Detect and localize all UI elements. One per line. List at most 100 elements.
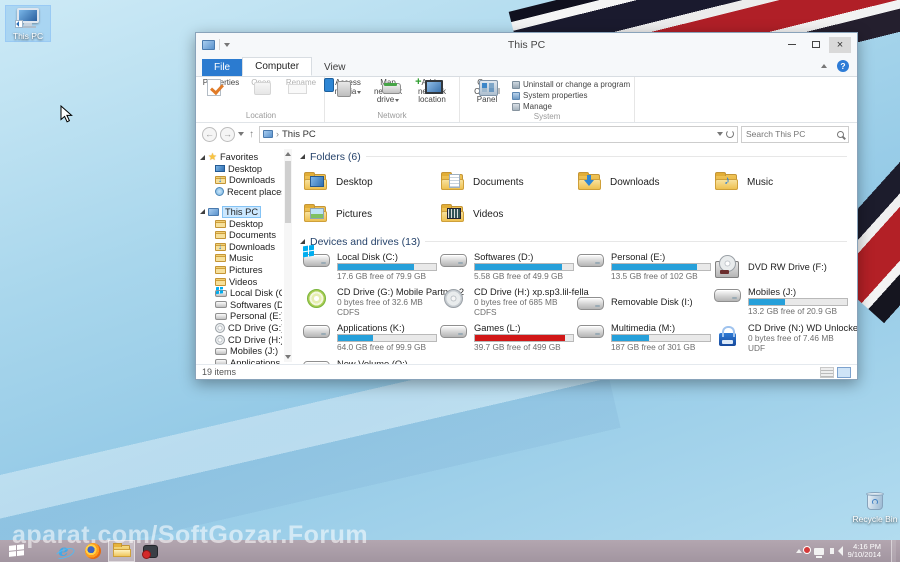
taskbar-firefox[interactable]: [79, 540, 106, 562]
taskbar-internet-explorer[interactable]: e: [50, 540, 77, 562]
ribbon-button-access-media[interactable]: Access media: [329, 78, 367, 96]
help-icon[interactable]: ?: [837, 60, 849, 72]
taskbar-media-app[interactable]: [137, 540, 164, 562]
tab-view[interactable]: View: [312, 59, 358, 76]
nav-item-downloads[interactable]: Downloads: [200, 175, 282, 187]
up-button[interactable]: ↑: [247, 129, 256, 140]
scroll-up-icon[interactable]: [285, 152, 291, 156]
drive-tile-personal-e[interactable]: Personal (E:) 13.5 GB free of 102 GB: [574, 251, 711, 281]
nav-item-videos[interactable]: Videos: [200, 276, 282, 288]
nav-item-documents[interactable]: Documents: [200, 229, 282, 241]
network-icon[interactable]: [813, 547, 824, 558]
folder-tile-downloads[interactable]: Downloads: [574, 166, 711, 198]
tab-file[interactable]: File: [202, 59, 243, 76]
maximize-button[interactable]: [805, 37, 827, 53]
recent-locations-icon[interactable]: [238, 132, 244, 136]
drive-info: Games (L:) 39.7 GB free of 499 GB: [474, 322, 574, 352]
nav-item-cd-drive-g-mo[interactable]: CD Drive (G:) Mo: [200, 322, 282, 334]
forward-button[interactable]: →: [220, 126, 235, 142]
ribbon-item-uninstall-or-change-a-program[interactable]: Uninstall or change a program: [512, 79, 630, 90]
nav-item-local-disk-c[interactable]: Local Disk (C:): [200, 287, 282, 299]
nav-item-cd-drive-h-xp-s[interactable]: CD Drive (H:) xp.s: [200, 334, 282, 346]
group-collapse-icon[interactable]: [300, 239, 305, 244]
hdd-icon: [215, 301, 227, 309]
show-hidden-icons-chevron[interactable]: [795, 549, 802, 553]
nav-this-pc-root[interactable]: This PC: [200, 205, 282, 218]
tree-collapse-icon[interactable]: [200, 209, 205, 215]
nav-item-recent-places[interactable]: Recent places: [200, 186, 282, 198]
collapse-ribbon-icon[interactable]: [821, 64, 827, 68]
breadcrumb-location[interactable]: This PC: [282, 129, 316, 140]
hdd-icon: [711, 286, 743, 302]
scrollbar-thumb[interactable]: [285, 161, 291, 223]
nav-item-downloads[interactable]: Downloads: [200, 241, 282, 253]
nav-item-label: CD Drive (G:) Mo: [228, 322, 282, 333]
nav-item-softwares-d[interactable]: Softwares (D:): [200, 299, 282, 311]
taskbar-file-explorer[interactable]: [108, 540, 135, 562]
hdd-icon: [215, 347, 227, 355]
nav-item-pictures[interactable]: Pictures: [200, 264, 282, 276]
show-desktop-button[interactable]: [891, 540, 896, 562]
nav-item-desktop[interactable]: Desktop: [200, 163, 282, 175]
back-button[interactable]: ←: [202, 126, 217, 142]
sysprops-icon: [512, 91, 520, 100]
nav-item-mobiles-j[interactable]: Mobiles (J:): [200, 345, 282, 357]
address-dropdown-icon[interactable]: [717, 132, 723, 136]
folder-tile-music[interactable]: Music: [711, 166, 848, 198]
search-icon[interactable]: [837, 130, 844, 138]
drive-tile-mobiles-j[interactable]: Mobiles (J:) 13.2 GB free of 20.9 GB: [711, 286, 848, 317]
details-view-button[interactable]: [820, 366, 834, 378]
drives-group-header[interactable]: Devices and drives (13): [300, 234, 853, 249]
group-collapse-icon[interactable]: [300, 154, 305, 159]
title-bar[interactable]: This PC ×: [196, 33, 857, 56]
volume-icon[interactable]: [829, 546, 843, 556]
search-box[interactable]: [741, 125, 849, 143]
tab-computer[interactable]: Computer: [242, 57, 313, 76]
folders-group-header[interactable]: Folders (6): [300, 149, 853, 164]
ribbon-button-map-network-drive[interactable]: Map network drive: [369, 78, 407, 105]
nav-item-applications-k[interactable]: Applications (K:): [200, 357, 282, 364]
nav-item-desktop[interactable]: Desktop: [200, 218, 282, 230]
ribbon-button-add-a-network-location[interactable]: Add a network location: [409, 78, 455, 105]
desktop-icon-recycle-bin[interactable]: Recycle Bin: [852, 491, 898, 524]
drive-tile-softwares-d[interactable]: Softwares (D:) 5.58 GB free of 49.9 GB: [437, 251, 574, 281]
refresh-icon[interactable]: [726, 130, 734, 138]
drive-tile-cd-drive-n-wd-unlocker[interactable]: CD Drive (N:) WD Unlocker 0 bytes free of…: [711, 322, 857, 353]
ribbon-item-system-properties[interactable]: System properties: [512, 90, 630, 101]
folder-tile-desktop[interactable]: Desktop: [300, 166, 437, 198]
search-input[interactable]: [746, 129, 834, 139]
nav-item-music[interactable]: Music: [200, 253, 282, 265]
breadcrumb[interactable]: › This PC: [259, 125, 738, 143]
minimize-button[interactable]: [781, 37, 803, 53]
drive-tile-applications-k[interactable]: Applications (K:) 64.0 GB free of 99.9 GB: [300, 322, 437, 353]
nav-favorites-root[interactable]: Favorites: [200, 151, 282, 163]
tree-collapse-icon[interactable]: [200, 154, 205, 160]
drive-tile-cd-drive-h-xp-sp3-lil-fella[interactable]: CD Drive (H:) xp.sp3.lil-fella 0 bytes fr…: [437, 286, 589, 317]
folder-tile-videos[interactable]: Videos: [437, 198, 574, 230]
taskbar-clock[interactable]: 4:16 PM 9/10/2014: [844, 542, 885, 560]
nav-scrollbar[interactable]: [284, 149, 292, 362]
drive-tile-dvd-rw-drive-f[interactable]: DVD RW Drive (F:): [711, 251, 848, 281]
hdd-icon: [300, 322, 332, 338]
capacity-bar-fill: [338, 335, 374, 341]
fold-icon: [215, 254, 226, 263]
quick-access-toolbar[interactable]: [196, 39, 346, 50]
ribbon-item-manage[interactable]: Manage: [512, 101, 630, 112]
drive-tile-multimedia-m[interactable]: Multimedia (M:) 187 GB free of 301 GB: [574, 322, 711, 353]
drive-tile-local-disk-c[interactable]: Local Disk (C:) 17.6 GB free of 79.9 GB: [300, 251, 437, 281]
tiles-view-button[interactable]: [837, 366, 851, 378]
qat-customize-icon[interactable]: [224, 42, 230, 47]
nav-item-personal-e[interactable]: Personal (E:): [200, 311, 282, 323]
drive-name: Multimedia (M:): [611, 323, 676, 333]
ribbon-button-properties[interactable]: Properties: [202, 78, 240, 88]
drive-tile-games-l[interactable]: Games (L:) 39.7 GB free of 499 GB: [437, 322, 574, 353]
close-button[interactable]: ×: [829, 36, 851, 53]
ribbon-button-open-control-panel[interactable]: Open Control Panel: [464, 78, 510, 105]
folder-tile-pictures[interactable]: Pictures: [300, 198, 437, 230]
drive-tile-removable-disk-i[interactable]: Removable Disk (I:): [574, 286, 711, 317]
scroll-down-icon[interactable]: [285, 355, 291, 359]
drive-tile-cd-drive-g-mobile-partner-2[interactable]: CD Drive (G:) Mobile Partner 20 bytes fr…: [300, 286, 464, 317]
desktop-icon-this-pc[interactable]: This PC: [5, 5, 51, 42]
start-button[interactable]: [0, 540, 34, 562]
folder-tile-documents[interactable]: Documents: [437, 166, 574, 198]
